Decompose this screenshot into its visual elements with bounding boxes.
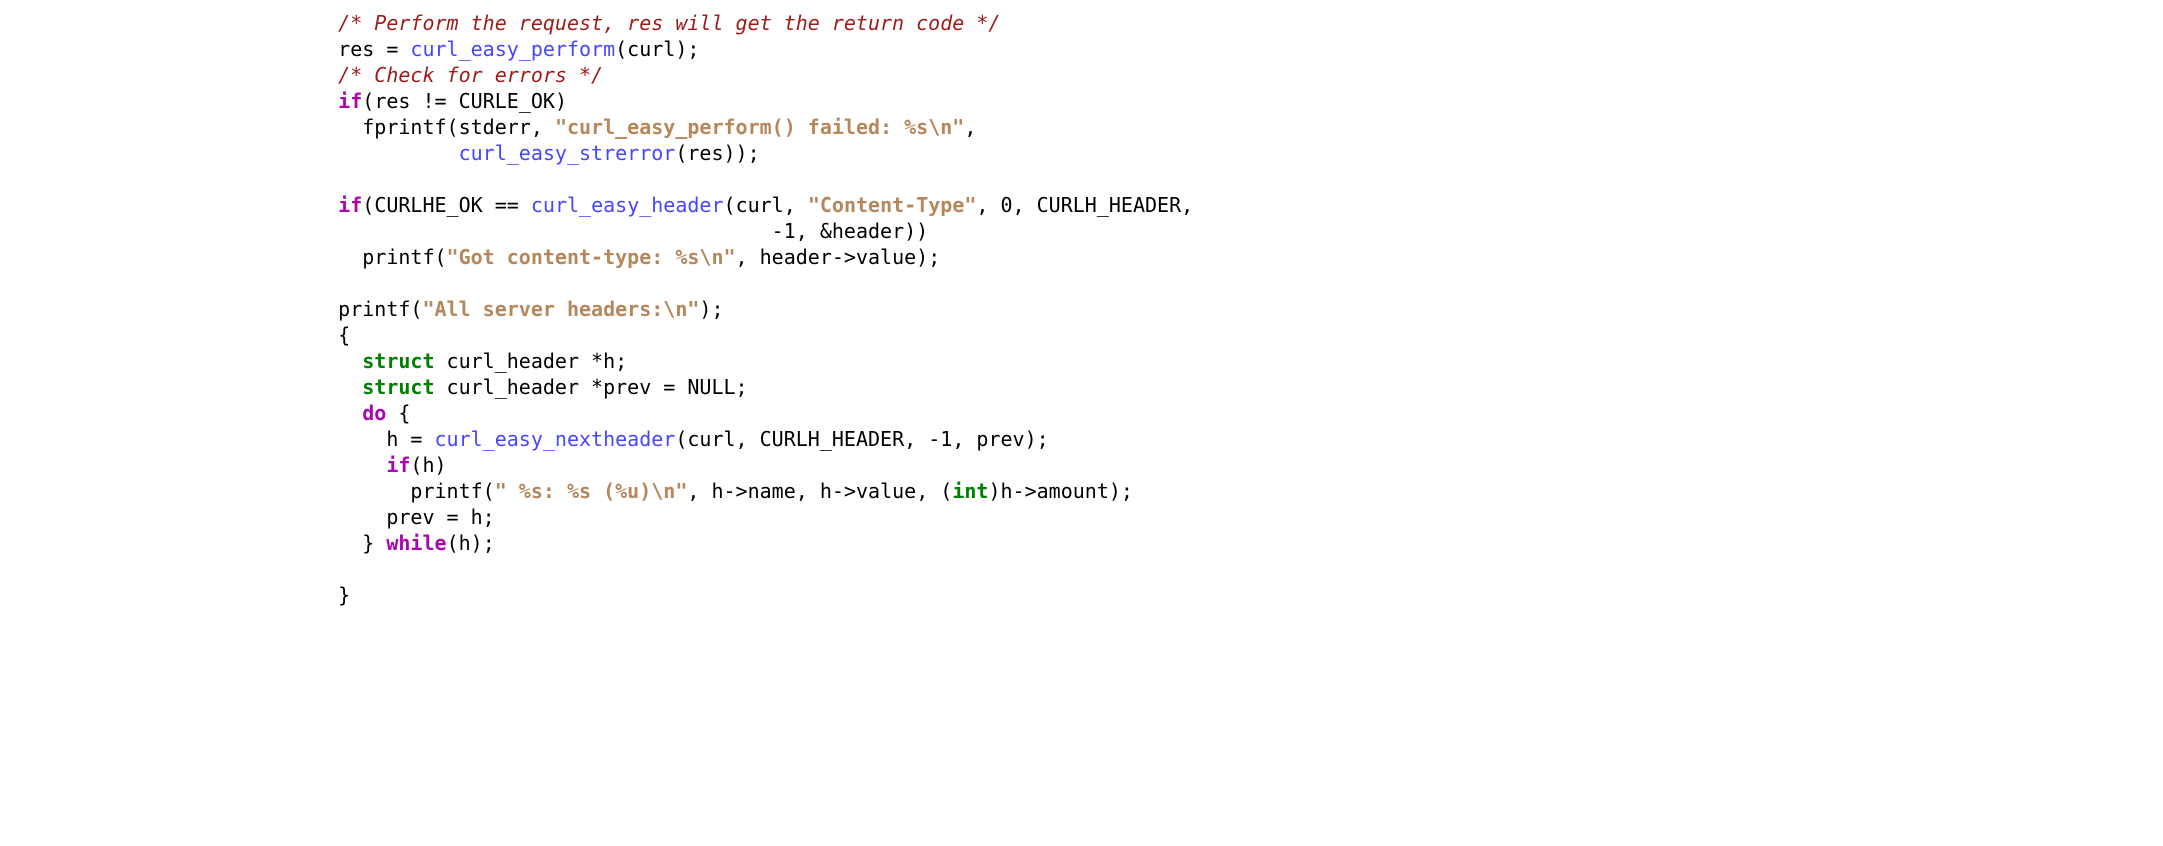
keyword-while: while <box>386 531 446 555</box>
code-line: } <box>290 583 350 607</box>
function-call: curl_easy_perform <box>410 37 615 61</box>
string-literal: "Content-Type" <box>808 193 977 217</box>
keyword-struct: struct <box>362 349 434 373</box>
comment: /* Perform the request, res will get the… <box>338 11 1000 35</box>
code-line: /* Check for errors */ <box>290 63 603 87</box>
function-call: curl_easy_strerror <box>459 141 676 165</box>
comment: /* Check for errors */ <box>338 63 603 87</box>
string-literal: "Got content-type: %s\n" <box>447 245 736 269</box>
code-line: if(h) <box>290 453 447 477</box>
code-line: struct curl_header *prev = NULL; <box>290 375 748 399</box>
code-line: h = curl_easy_nextheader(curl, CURLH_HEA… <box>290 427 1049 451</box>
code-line: if(res != CURLE_OK) <box>290 89 567 113</box>
code-line: do { <box>290 401 410 425</box>
string-literal: "All server headers:\n" <box>422 297 699 321</box>
code-block: /* Perform the request, res will get the… <box>0 0 2163 618</box>
code-line: curl_easy_strerror(res)); <box>290 141 760 165</box>
code-line: fprintf(stderr, "curl_easy_perform() fai… <box>290 115 976 139</box>
function-call: curl_easy_nextheader <box>435 427 676 451</box>
function-call: curl_easy_header <box>531 193 724 217</box>
keyword-int: int <box>952 479 988 503</box>
blank-line <box>290 271 302 295</box>
keyword-if: if <box>338 193 362 217</box>
code-line: res = curl_easy_perform(curl); <box>290 37 699 61</box>
code-line: printf("Got content-type: %s\n", header-… <box>290 245 940 269</box>
string-literal: "curl_easy_perform() failed: %s\n" <box>555 115 964 139</box>
code-line: printf("All server headers:\n"); <box>290 297 724 321</box>
keyword-do: do <box>362 401 386 425</box>
code-line: prev = h; <box>290 505 495 529</box>
code-line: -1, &header)) <box>290 219 928 243</box>
keyword-if: if <box>338 89 362 113</box>
blank-line <box>290 557 302 581</box>
code-line: printf(" %s: %s (%u)\n", h->name, h->val… <box>290 479 1133 503</box>
code-line: } while(h); <box>290 531 495 555</box>
code-line: { <box>290 323 350 347</box>
keyword-if: if <box>386 453 410 477</box>
code-line: /* Perform the request, res will get the… <box>290 11 1000 35</box>
code-line: if(CURLHE_OK == curl_easy_header(curl, "… <box>290 193 1193 217</box>
code-line: struct curl_header *h; <box>290 349 627 373</box>
keyword-struct: struct <box>362 375 434 399</box>
string-literal: " %s: %s (%u)\n" <box>495 479 688 503</box>
blank-line <box>290 167 302 191</box>
